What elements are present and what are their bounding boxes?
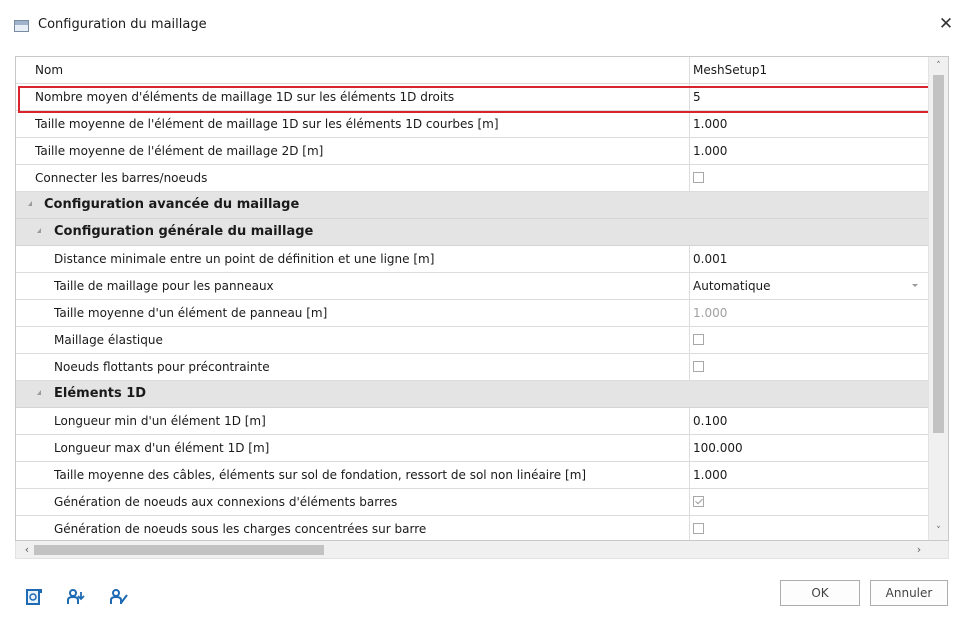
property-rows: Nom MeshSetup1 Nombre moyen d'éléments d… (16, 57, 928, 540)
close-button[interactable]: ✕ (934, 12, 958, 36)
property-value-cell (689, 327, 926, 353)
property-value-input[interactable]: 1.000 (689, 111, 926, 137)
property-value-input[interactable]: 100.000 (689, 435, 926, 461)
property-label: Nombre moyen d'éléments de maillage 1D s… (35, 90, 455, 104)
group-row-config-avancee[interactable]: Configuration avancée du maillage (16, 192, 928, 219)
property-label: Taille moyenne de l'élément de maillage … (35, 144, 324, 158)
group-label: Eléments 1D (54, 386, 147, 401)
property-label: Distance minimale entre un point de défi… (54, 252, 435, 266)
property-row-noeuds-charges[interactable]: Génération de noeuds sous les charges co… (16, 516, 928, 540)
column-value-label: MeshSetup1 (689, 57, 926, 83)
cancel-button[interactable]: Annuler (870, 580, 948, 606)
noeuds-charges-checkbox[interactable] (693, 523, 704, 534)
property-row-taille-2d[interactable]: Taille moyenne de l'élément de maillage … (16, 138, 928, 165)
group-row-elements-1d[interactable]: Eléments 1D (16, 381, 928, 408)
horizontal-scroll-thumb[interactable] (34, 545, 324, 555)
property-row-longueur-min[interactable]: Longueur min d'un élément 1D [m] 0.100 (16, 408, 928, 435)
property-row-distance-min[interactable]: Distance minimale entre un point de défi… (16, 246, 928, 273)
property-label: Génération de noeuds sous les charges co… (54, 522, 427, 536)
maillage-elastique-checkbox[interactable] (693, 334, 704, 345)
noeuds-flottants-checkbox[interactable] (693, 361, 704, 372)
noeuds-connexions-checkbox[interactable] (693, 496, 704, 507)
property-value-cell (689, 516, 926, 540)
property-label: Génération de noeuds aux connexions d'él… (54, 495, 398, 509)
property-row-connecter-barres[interactable]: Connecter les barres/noeuds (16, 165, 928, 192)
property-row-noeuds-flottants[interactable]: Noeuds flottants pour précontrainte (16, 354, 928, 381)
dropdown-arrow-icon[interactable] (912, 284, 918, 287)
dialog-footer: OK Annuler (0, 560, 964, 617)
column-name-label: Nom (35, 63, 64, 77)
property-label: Noeuds flottants pour précontrainte (54, 360, 270, 374)
user-edit-icon[interactable] (110, 588, 128, 606)
property-value-input[interactable]: 1.000 (689, 462, 926, 488)
property-value-cell (689, 165, 926, 191)
property-label: Connecter les barres/noeuds (35, 171, 208, 185)
scroll-up-icon[interactable]: ˄ (929, 58, 948, 75)
property-label: Maillage élastique (54, 333, 163, 347)
collapse-triangle-icon[interactable] (37, 390, 41, 395)
group-row-config-generale[interactable]: Configuration générale du maillage (16, 219, 928, 246)
property-row-taille-1d-courbes[interactable]: Taille moyenne de l'élément de maillage … (16, 111, 928, 138)
vertical-scroll-thumb[interactable] (933, 75, 944, 433)
connecter-barres-checkbox[interactable] (693, 172, 704, 183)
window-title: Configuration du maillage (38, 17, 207, 32)
property-label: Longueur max d'un élément 1D [m] (54, 441, 270, 455)
select-value: Automatique (693, 279, 771, 293)
document-info-icon[interactable] (25, 588, 43, 606)
property-row-taille-element-panneau: Taille moyenne d'un élément de panneau [… (16, 300, 928, 327)
property-value-input[interactable]: 1.000 (689, 138, 926, 164)
window-icon (14, 20, 29, 32)
collapse-triangle-icon[interactable] (28, 201, 32, 206)
scroll-right-icon[interactable]: › (910, 541, 928, 558)
property-value-input[interactable]: 5 (689, 84, 926, 110)
mesh-setup-dialog: Configuration du maillage ✕ Nom MeshSetu… (0, 0, 964, 617)
group-label: Configuration générale du maillage (54, 224, 314, 239)
property-row-maillage-elastique[interactable]: Maillage élastique (16, 327, 928, 354)
property-label: Taille moyenne de l'élément de maillage … (35, 117, 499, 131)
header-row: Nom MeshSetup1 (16, 57, 928, 84)
user-add-icon[interactable] (67, 588, 85, 606)
ok-button[interactable]: OK (780, 580, 860, 606)
horizontal-scrollbar[interactable]: ‹ › (15, 541, 949, 559)
property-value-disabled: 1.000 (689, 300, 926, 326)
property-value-input[interactable]: 0.100 (689, 408, 926, 434)
group-label: Configuration avancée du maillage (44, 197, 300, 212)
property-label: Taille de maillage pour les panneaux (54, 279, 274, 293)
property-grid: Nom MeshSetup1 Nombre moyen d'éléments d… (15, 56, 949, 541)
property-label: Taille moyenne d'un élément de panneau [… (54, 306, 328, 320)
titlebar: Configuration du maillage ✕ (0, 0, 964, 52)
panel-mesh-size-select[interactable]: Automatique (689, 273, 926, 299)
vertical-scrollbar[interactable]: ˄ ˅ (928, 57, 948, 540)
collapse-triangle-icon[interactable] (37, 228, 41, 233)
property-value-cell (689, 354, 926, 380)
property-row-longueur-max[interactable]: Longueur max d'un élément 1D [m] 100.000 (16, 435, 928, 462)
property-row-taille-cables[interactable]: Taille moyenne des câbles, éléments sur … (16, 462, 928, 489)
property-row-noeuds-connexions[interactable]: Génération de noeuds aux connexions d'él… (16, 489, 928, 516)
property-label: Taille moyenne des câbles, éléments sur … (54, 468, 587, 482)
property-label: Longueur min d'un élément 1D [m] (54, 414, 266, 428)
property-row-taille-panneaux[interactable]: Taille de maillage pour les panneaux Aut… (16, 273, 928, 300)
property-row-nb-elements-1d[interactable]: Nombre moyen d'éléments de maillage 1D s… (16, 84, 928, 111)
property-value-input[interactable]: 0.001 (689, 246, 926, 272)
property-value-cell (689, 489, 926, 515)
scroll-down-icon[interactable]: ˅ (929, 523, 948, 540)
